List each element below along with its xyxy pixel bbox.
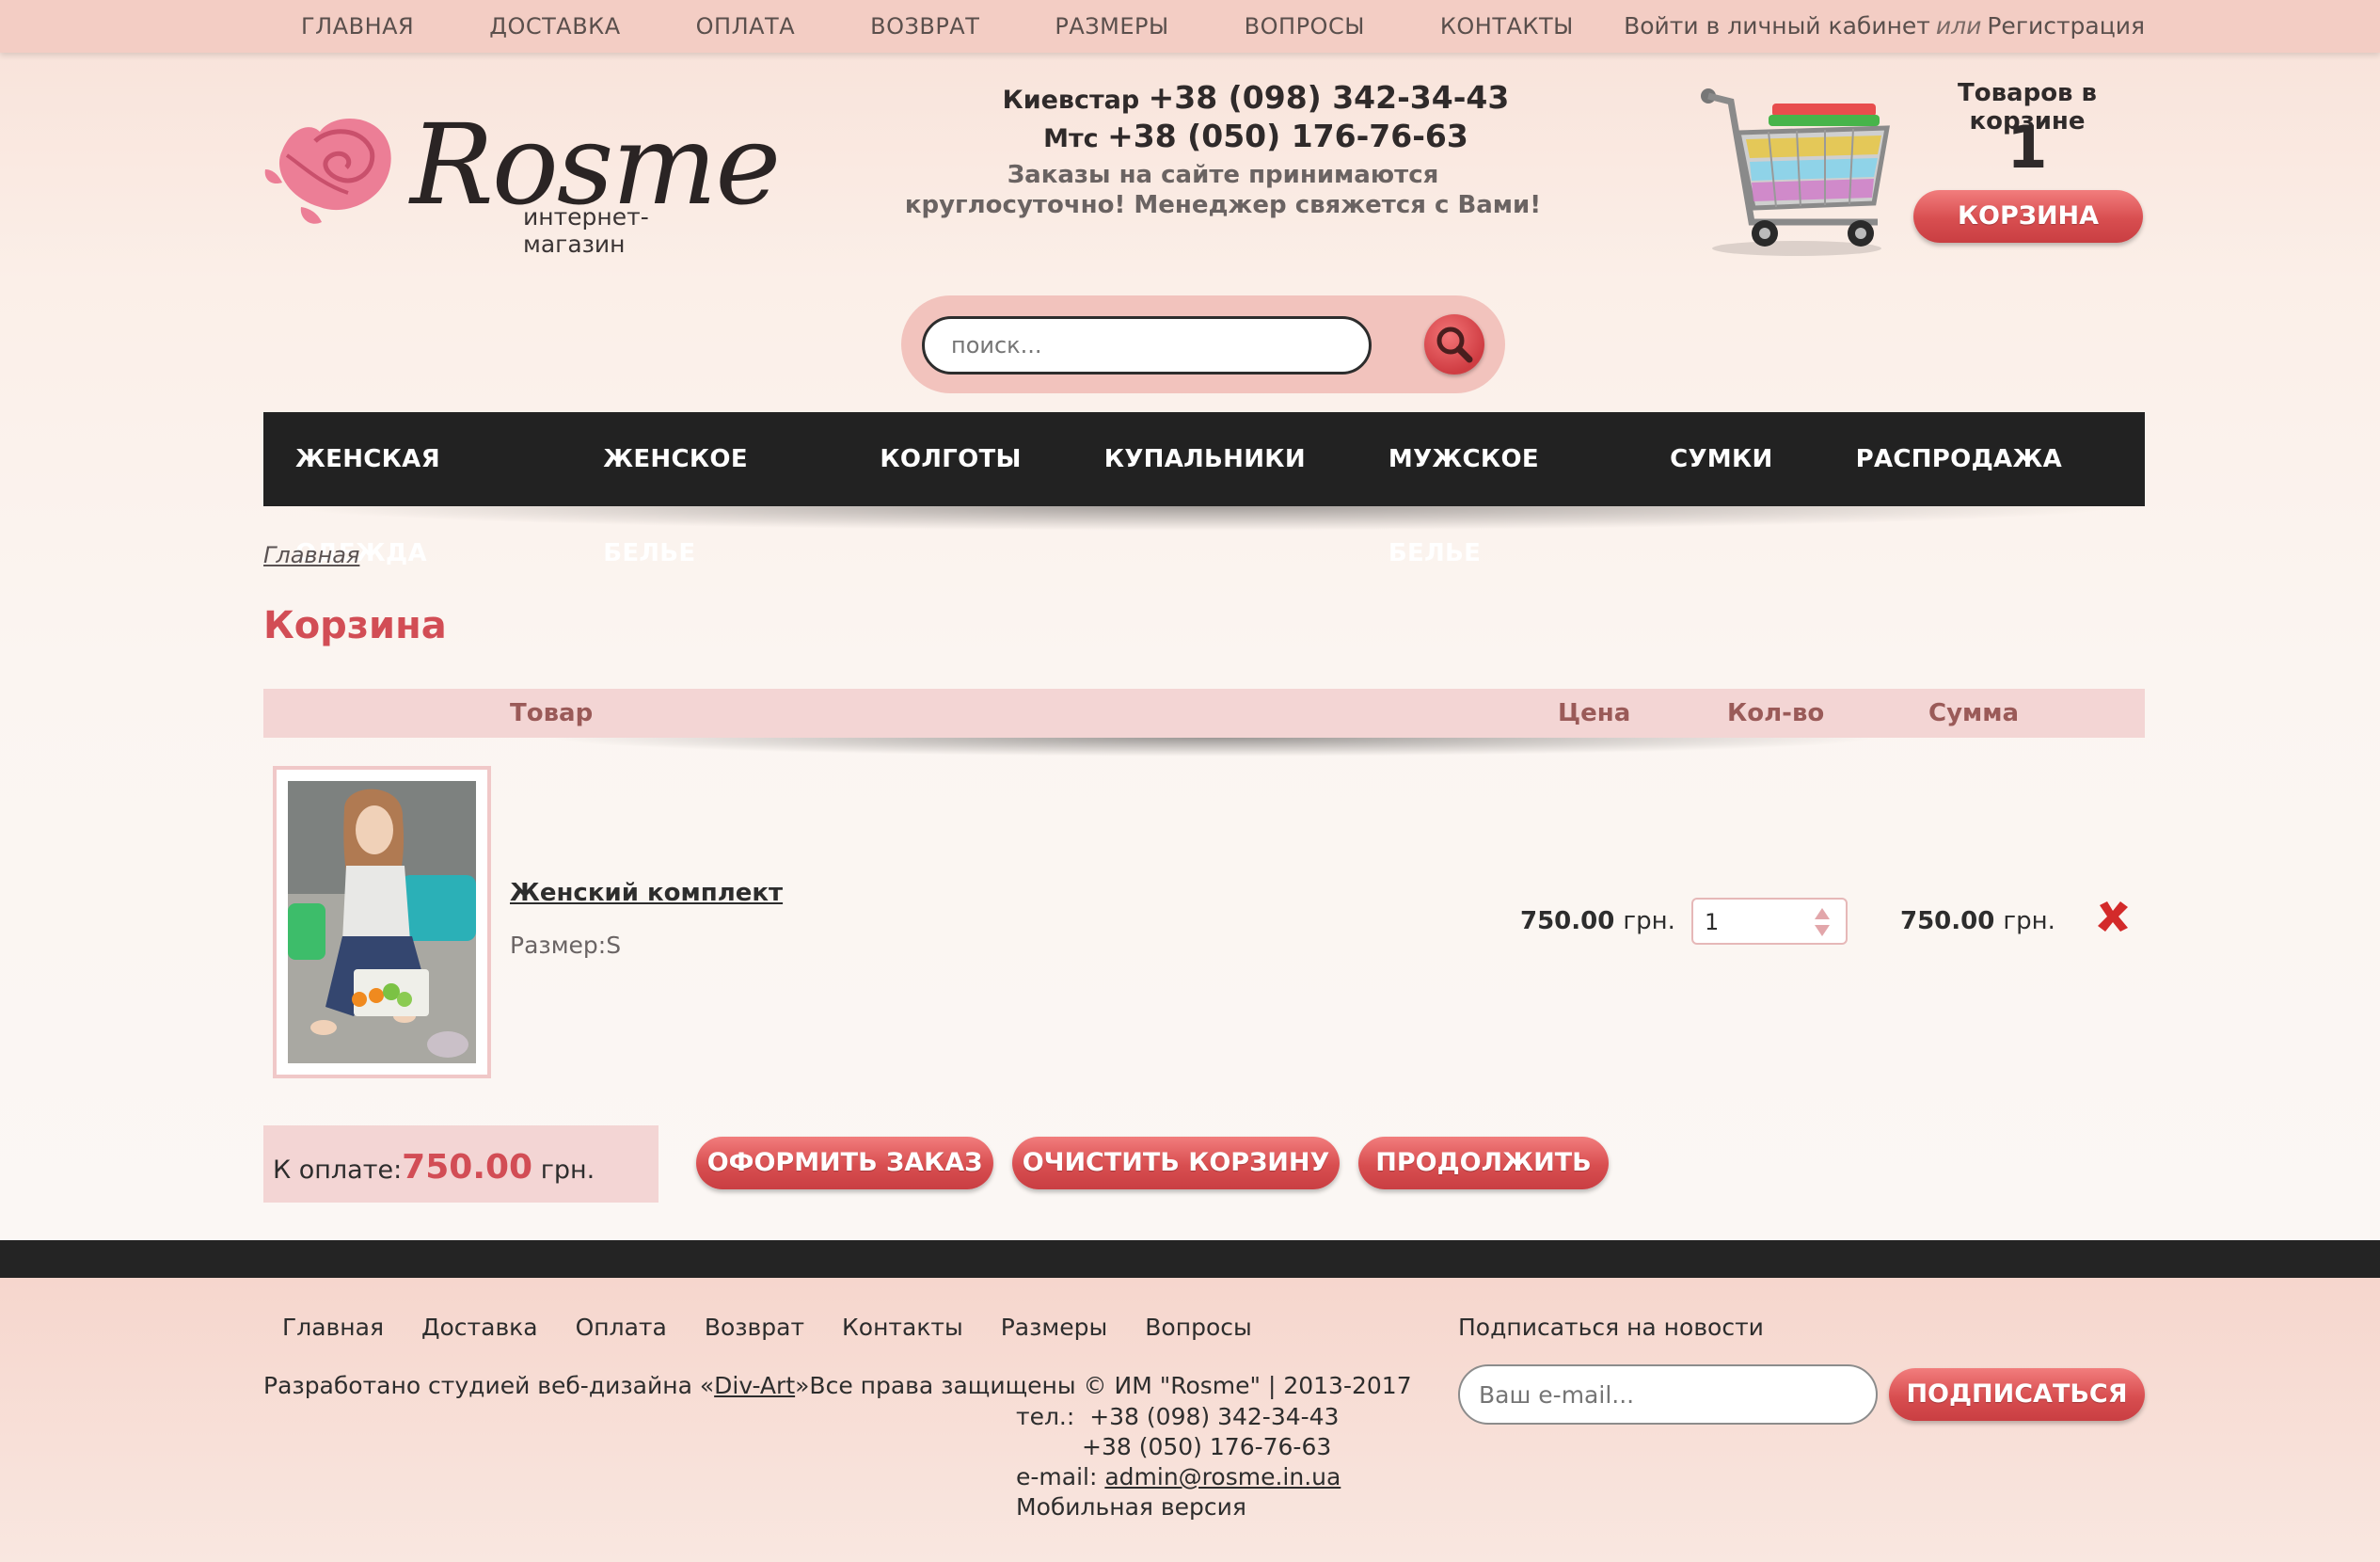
topnav-item-delivery[interactable]: ДОСТАВКА <box>489 0 620 53</box>
topnav-item-payment[interactable]: ОПЛАТА <box>696 0 795 53</box>
mobile-version-link[interactable]: Мобильная версия <box>1016 1492 1341 1522</box>
order-total: К оплате:750.00 грн. <box>263 1125 658 1203</box>
product-name-link[interactable]: Женский комплект <box>510 879 783 907</box>
login-link[interactable]: Войти в личный кабинет <box>1624 12 1930 40</box>
order-note-line: Заказы на сайте принимаются <box>1007 161 1439 189</box>
phone-label: Мтс <box>1043 124 1099 153</box>
search-icon <box>1436 327 1473 363</box>
footer-link-payment[interactable]: Оплата <box>576 1314 667 1341</box>
footer: Главная Доставка Оплата Возврат Контакты… <box>0 1278 2380 1562</box>
quantity-stepper[interactable]: 1 <box>1691 898 1848 945</box>
subscribe-button[interactable]: ПОДПИСАТЬСЯ <box>1889 1368 2145 1421</box>
search-button[interactable] <box>1424 314 1484 375</box>
cart-count: 1 <box>2007 113 2048 182</box>
product-size: Размер:S <box>510 932 622 959</box>
phone-label: Киевстар <box>1002 86 1140 115</box>
header-contacts: Киевстар +38 (098) 342-34-43 Мтс +38 (05… <box>903 79 1543 220</box>
studio-link[interactable]: Div-Art <box>714 1372 795 1399</box>
credits-text: Разработано студией веб-дизайна « <box>263 1372 715 1399</box>
product-photo <box>288 781 476 1063</box>
subscribe-email-input[interactable] <box>1458 1364 1878 1425</box>
logo-subtitle: интернет-магазин <box>523 203 649 258</box>
or-text: или <box>1935 12 1982 40</box>
footer-email: e-mail: admin@rosme.in.ua <box>1016 1462 1341 1492</box>
checkout-button[interactable]: ОФОРМИТЬ ЗАКАЗ <box>696 1137 993 1189</box>
footer-link-delivery[interactable]: Доставка <box>421 1314 538 1341</box>
topnav-item-faq[interactable]: ВОПРОСЫ <box>1245 0 1365 53</box>
search-bar <box>901 295 1505 393</box>
breadcrumb[interactable]: Главная <box>263 542 359 568</box>
footer-phone-2: +38 (050) 176-76-63 <box>1082 1433 1332 1460</box>
total-label: К оплате:750.00 грн. <box>273 1148 595 1187</box>
currency: грн. <box>2003 907 2055 935</box>
category-nav: ЖЕНСКАЯ ОДЕЖДА ЖЕНСКОЕ БЕЛЬЕ КОЛГОТЫ КУП… <box>263 412 2145 567</box>
column-qty: Кол-во <box>1727 699 1825 727</box>
register-link[interactable]: Регистрация <box>1987 12 2145 40</box>
category-tights[interactable]: КОЛГОТЫ <box>880 412 1021 506</box>
order-note: Заказы на сайте принимаются круглосуточн… <box>903 160 1543 220</box>
footer-nav: Главная Доставка Оплата Возврат Контакты… <box>282 1314 1290 1341</box>
nav-shadow <box>282 506 2126 531</box>
search-input[interactable] <box>922 316 1372 375</box>
column-price: Цена <box>1558 699 1631 727</box>
top-bar: ГЛАВНАЯ ДОСТАВКА ОПЛАТА ВОЗВРАТ РАЗМЕРЫ … <box>0 0 2380 53</box>
item-price: 750.00 грн. <box>1520 907 1675 935</box>
cart-button[interactable]: КОРЗИНА <box>1913 190 2143 243</box>
order-note-line: круглосуточно! Менеджер свяжется с Вами! <box>904 191 1542 219</box>
copyright: Разработано студией веб-дизайна «Div-Art… <box>263 1372 1412 1399</box>
topnav-item-contacts[interactable]: КОНТАКТЫ <box>1440 0 1574 53</box>
continue-shopping-button[interactable]: ПРОДОЛЖИТЬ <box>1358 1137 1609 1189</box>
footer-link-faq[interactable]: Вопросы <box>1145 1314 1251 1341</box>
footer-divider <box>0 1240 2380 1278</box>
stepper-arrows-icon[interactable] <box>1812 905 1833 939</box>
phone-number: +38 (050) 176-76-63 <box>1107 118 1468 154</box>
topnav-item-sizes[interactable]: РАЗМЕРЫ <box>1055 0 1168 53</box>
category-bags[interactable]: СУМКИ <box>1670 412 1773 506</box>
top-nav: ГЛАВНАЯ ДОСТАВКА ОПЛАТА ВОЗВРАТ РАЗМЕРЫ … <box>301 0 1649 53</box>
total-label-text: К оплате: <box>273 1156 403 1185</box>
footer-link-home[interactable]: Главная <box>282 1314 384 1341</box>
quantity-value[interactable]: 1 <box>1705 909 1719 935</box>
category-swimwear[interactable]: КУПАЛЬНИКИ <box>1104 412 1306 506</box>
tel-label: тел.: <box>1016 1403 1075 1430</box>
logo[interactable]: Rosme интернет-магазин <box>263 100 781 258</box>
cart-table-header: Товар Цена Кол-во Сумма <box>263 689 2145 738</box>
product-thumbnail[interactable] <box>273 766 491 1078</box>
clear-cart-button[interactable]: ОЧИСТИТЬ КОРЗИНУ <box>1012 1137 1340 1189</box>
footer-link-contacts[interactable]: Контакты <box>842 1314 963 1341</box>
phone-mts: Мтс +38 (050) 176-76-63 <box>969 118 1543 154</box>
phone-kyivstar: Киевстар +38 (098) 342-34-43 <box>969 79 1543 116</box>
remove-item-icon[interactable] <box>2094 898 2132 935</box>
category-mens-underwear[interactable]: МУЖСКОЕ БЕЛЬЕ <box>1388 412 1587 567</box>
account-links: Войти в личный кабинет или Регистрация <box>1624 0 2145 53</box>
email-link[interactable]: admin@rosme.in.ua <box>1104 1463 1341 1490</box>
footer-link-sizes[interactable]: Размеры <box>1001 1314 1108 1341</box>
column-product: Товар <box>510 699 594 727</box>
topnav-item-home[interactable]: ГЛАВНАЯ <box>301 0 414 53</box>
rose-icon <box>264 118 391 224</box>
item-sum-value: 750.00 <box>1900 907 1995 935</box>
total-value: 750.00 <box>402 1148 533 1187</box>
topnav-item-return[interactable]: ВОЗВРАТ <box>870 0 979 53</box>
item-sum: 750.00 грн. <box>1900 907 2055 935</box>
column-sum: Сумма <box>1928 699 2020 727</box>
shopping-cart-icon[interactable] <box>1693 81 1900 260</box>
table-header-shadow <box>546 738 1881 757</box>
phone-number: +38 (098) 342-34-43 <box>1148 79 1510 116</box>
credits-text: »Все права защищены © ИМ "Rosme" | 2013-… <box>795 1372 1412 1399</box>
category-womens-clothing[interactable]: ЖЕНСКАЯ ОДЕЖДА <box>295 412 520 567</box>
tel-number: +38 (098) 342-34-43 <box>1089 1403 1340 1430</box>
footer-contacts: тел.: +38 (098) 342-34-43 +38 (050) 176-… <box>1016 1402 1341 1522</box>
currency: грн. <box>1623 907 1675 935</box>
footer-phone-1: тел.: +38 (098) 342-34-43 <box>1016 1402 1341 1432</box>
currency: грн. <box>540 1156 595 1185</box>
email-label: e-mail: <box>1016 1463 1098 1490</box>
page-title: Корзина <box>263 604 447 647</box>
item-price-value: 750.00 <box>1520 907 1615 935</box>
subscribe-label: Подписаться на новости <box>1458 1314 1764 1341</box>
category-womens-lingerie[interactable]: ЖЕНСКОЕ БЕЛЬЕ <box>603 412 797 567</box>
category-sale[interactable]: РАСПРОДАЖА <box>1856 412 2062 506</box>
footer-link-return[interactable]: Возврат <box>705 1314 804 1341</box>
